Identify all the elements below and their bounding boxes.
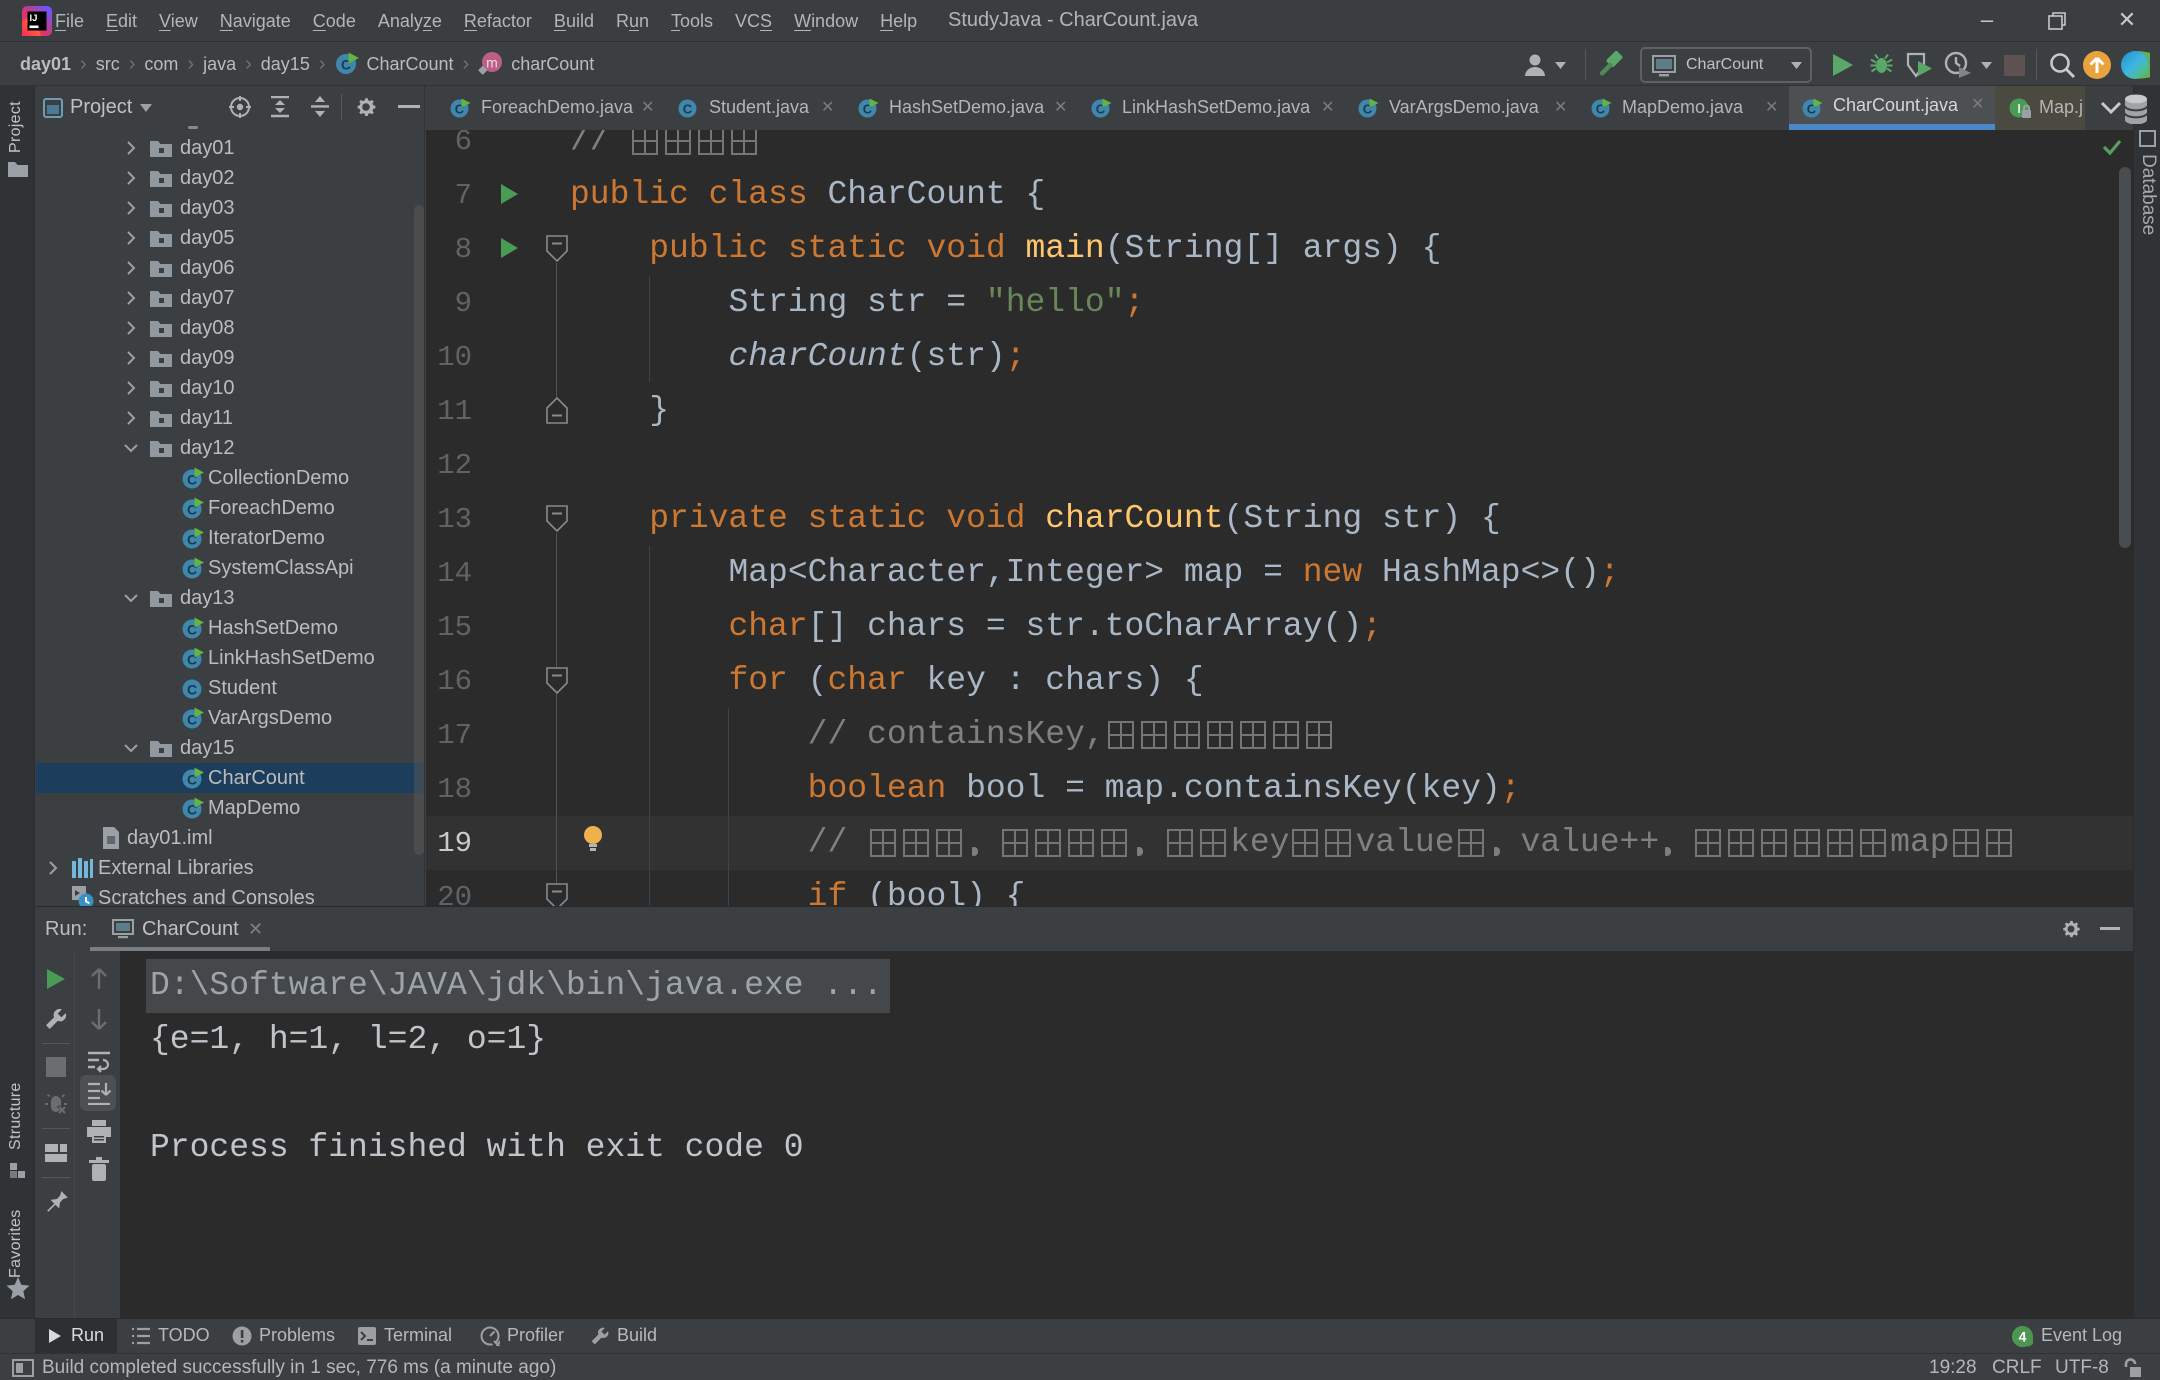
svg-text:C: C — [187, 682, 197, 698]
svg-text:IJ: IJ — [30, 13, 38, 24]
svg-text:C: C — [683, 102, 693, 117]
svg-text:m: m — [486, 55, 498, 71]
svg-text:I: I — [2017, 101, 2021, 116]
svg-text:4: 4 — [2019, 1329, 2027, 1345]
